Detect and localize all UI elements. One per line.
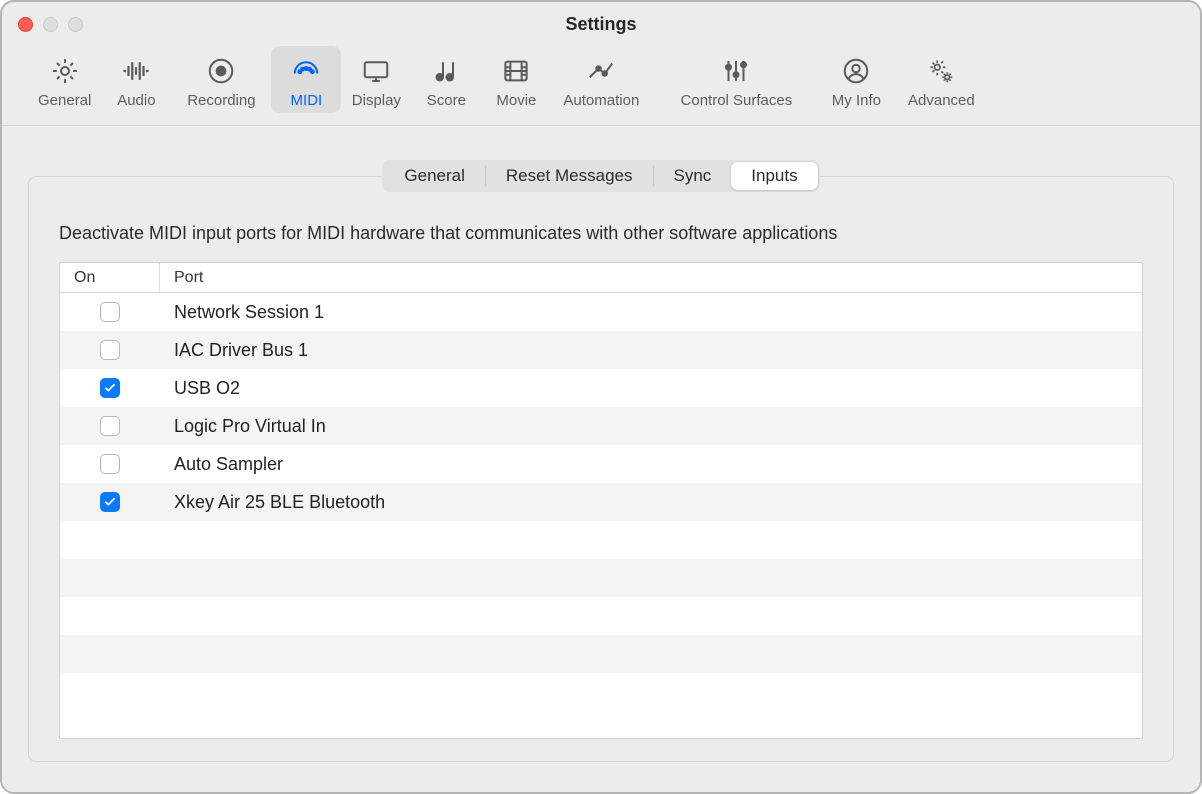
gears-icon — [924, 54, 958, 88]
column-header-on[interactable]: On — [60, 263, 160, 292]
toolbar-tab-label: Advanced — [908, 92, 975, 109]
toolbar-tab-general[interactable]: General — [28, 46, 101, 113]
cell-port: USB O2 — [160, 378, 1142, 399]
instruction-text: Deactivate MIDI input ports for MIDI har… — [59, 223, 1143, 244]
toolbar-tab-label: Display — [352, 92, 401, 109]
on-checkbox[interactable] — [100, 340, 120, 360]
cell-on — [60, 340, 160, 360]
table-row-empty — [60, 635, 1142, 673]
subtab-inputs[interactable]: Inputs — [731, 162, 817, 190]
traffic-lights — [18, 17, 83, 32]
table-row[interactable]: Network Session 1 — [60, 293, 1142, 331]
waveform-icon — [119, 54, 153, 88]
person-circle-icon — [839, 54, 873, 88]
cell-port: IAC Driver Bus 1 — [160, 340, 1142, 361]
film-icon — [499, 54, 533, 88]
toolbar-tab-label: Audio — [117, 92, 155, 109]
cell-on — [60, 492, 160, 512]
toolbar-tab-audio[interactable]: Audio — [101, 46, 171, 113]
on-checkbox[interactable] — [100, 378, 120, 398]
table-row-empty — [60, 521, 1142, 559]
toolbar-tab-advanced[interactable]: Advanced — [891, 46, 991, 113]
table-row-empty — [60, 673, 1142, 711]
inputs-panel: Deactivate MIDI input ports for MIDI har… — [28, 176, 1174, 762]
on-checkbox[interactable] — [100, 416, 120, 436]
subtab-label: Sync — [674, 166, 712, 186]
gear-icon — [48, 54, 82, 88]
subtab-label: Inputs — [751, 166, 797, 186]
header-label: On — [74, 269, 95, 287]
toolbar-tab-label: MIDI — [291, 92, 323, 109]
toolbar-tab-control-surfaces[interactable]: Control Surfaces — [651, 46, 821, 113]
settings-window: Settings General Audio — [0, 0, 1202, 794]
table-body: Network Session 1 IAC Driver Bus 1 USB O2 L… — [60, 293, 1142, 738]
table-row-empty — [60, 597, 1142, 635]
cell-port: Logic Pro Virtual In — [160, 416, 1142, 437]
on-checkbox[interactable] — [100, 302, 120, 322]
cell-on — [60, 416, 160, 436]
window-zoom-button[interactable] — [68, 17, 83, 32]
toolbar-tab-score[interactable]: Score — [411, 46, 481, 113]
toolbar-tab-midi[interactable]: MIDI — [271, 46, 341, 113]
table-header: On Port — [60, 263, 1142, 293]
subtab-sync[interactable]: Sync — [654, 162, 732, 190]
window-title: Settings — [2, 14, 1200, 35]
on-checkbox[interactable] — [100, 454, 120, 474]
table-row[interactable]: Logic Pro Virtual In — [60, 407, 1142, 445]
toolbar-tab-display[interactable]: Display — [341, 46, 411, 113]
cell-on — [60, 302, 160, 322]
midi-inputs-table: On Port Network Session 1 IAC Driver Bus … — [59, 262, 1143, 739]
automation-icon — [584, 54, 618, 88]
table-row[interactable]: Xkey Air 25 BLE Bluetooth — [60, 483, 1142, 521]
toolbar-tab-label: General — [38, 92, 91, 109]
header-label: Port — [174, 269, 203, 286]
cell-port: Network Session 1 — [160, 302, 1142, 323]
cell-on — [60, 378, 160, 398]
subtab-label: Reset Messages — [506, 166, 633, 186]
window-minimize-button[interactable] — [43, 17, 58, 32]
display-icon — [359, 54, 393, 88]
toolbar-tab-automation[interactable]: Automation — [551, 46, 651, 113]
table-row[interactable]: IAC Driver Bus 1 — [60, 331, 1142, 369]
subtab-label: General — [404, 166, 464, 186]
toolbar-tab-label: Score — [427, 92, 466, 109]
preferences-toolbar: General Audio Recording — [2, 46, 1200, 126]
toolbar-tab-my-info[interactable]: My Info — [821, 46, 891, 113]
midi-icon — [289, 54, 323, 88]
music-notes-icon — [429, 54, 463, 88]
titlebar: Settings — [2, 2, 1200, 46]
sliders-icon — [719, 54, 753, 88]
on-checkbox[interactable] — [100, 492, 120, 512]
table-row-empty — [60, 559, 1142, 597]
cell-port: Auto Sampler — [160, 454, 1142, 475]
cell-on — [60, 454, 160, 474]
toolbar-tab-label: My Info — [832, 92, 881, 109]
subtab-reset-messages[interactable]: Reset Messages — [486, 162, 653, 190]
toolbar-tab-movie[interactable]: Movie — [481, 46, 551, 113]
content-area: General Reset Messages Sync Inputs Deact… — [2, 126, 1200, 792]
toolbar-tab-label: Control Surfaces — [681, 92, 793, 109]
table-row[interactable]: USB O2 — [60, 369, 1142, 407]
toolbar-tab-label: Recording — [187, 92, 255, 109]
table-row[interactable]: Auto Sampler — [60, 445, 1142, 483]
toolbar-tab-label: Movie — [496, 92, 536, 109]
column-header-port[interactable]: Port — [160, 269, 203, 287]
midi-subtabs: General Reset Messages Sync Inputs — [382, 160, 819, 192]
record-icon — [204, 54, 238, 88]
subtab-general[interactable]: General — [384, 162, 484, 190]
window-close-button[interactable] — [18, 17, 33, 32]
toolbar-tab-label: Automation — [563, 92, 639, 109]
toolbar-tab-recording[interactable]: Recording — [171, 46, 271, 113]
cell-port: Xkey Air 25 BLE Bluetooth — [160, 492, 1142, 513]
